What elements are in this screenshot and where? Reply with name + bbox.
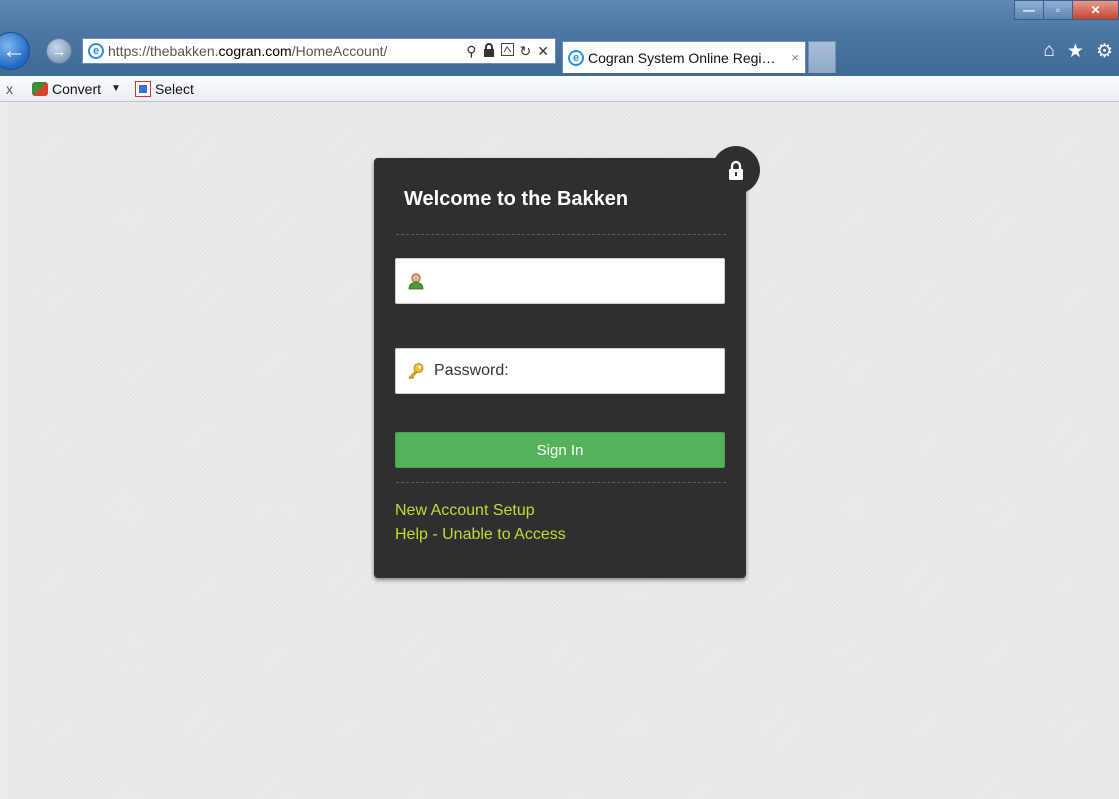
select-icon — [134, 80, 151, 97]
password-field[interactable] — [395, 348, 725, 394]
new-account-setup-link[interactable]: New Account Setup — [395, 502, 535, 520]
forward-button[interactable]: → — [46, 38, 72, 64]
search-icon[interactable]: ⚲ — [466, 43, 476, 60]
command-bar-close-icon[interactable]: x — [0, 81, 18, 97]
compat-view-icon[interactable] — [500, 42, 514, 60]
tab-title: Cogran System Online Regi… — [588, 49, 776, 66]
browser-titlebar: ← → e https://thebakken. cogran.com /Hom… — [0, 0, 1119, 76]
address-bar[interactable]: e https://thebakken. cogran.com /HomeAcc… — [82, 38, 556, 64]
convert-label: Convert — [52, 80, 102, 97]
page-title: Welcome to the Bakken — [404, 188, 629, 210]
url-domain: cogran.com — [218, 43, 292, 59]
browser-right-icons: ⌂ ★ ⚙ — [1043, 40, 1113, 63]
minimize-button[interactable]: — — [1014, 0, 1044, 20]
window-controls: — ▫ ✕ — [1014, 0, 1119, 20]
password-input[interactable] — [426, 349, 724, 393]
button-divider — [396, 482, 726, 483]
close-window-button[interactable]: ✕ — [1072, 0, 1119, 20]
lock-badge — [712, 146, 760, 194]
tab-close-icon[interactable]: × — [791, 50, 799, 65]
tab-ie-icon: e — [568, 49, 584, 66]
user-icon — [408, 273, 424, 290]
browser-tab[interactable]: e Cogran System Online Regi… × — [562, 41, 806, 73]
stop-icon[interactable]: ✕ — [537, 43, 549, 60]
sign-in-button[interactable]: Sign In — [395, 432, 725, 468]
convert-dropdown-icon[interactable]: ▼ — [111, 83, 121, 94]
login-panel: Welcome to the Bakken Sign In New Accoun… — [374, 146, 760, 578]
url-path: /HomeAccount/ — [291, 43, 388, 59]
select-button[interactable]: Select — [134, 80, 194, 97]
new-tab-button[interactable] — [808, 41, 836, 73]
convert-icon — [32, 81, 48, 96]
url-prefix: https://thebakken. — [108, 43, 219, 59]
key-icon — [408, 363, 424, 380]
back-arrow-icon: ← — [2, 37, 26, 64]
address-tools: ⚲ ↻ ✕ — [466, 42, 555, 60]
select-label: Select — [154, 80, 194, 97]
username-field[interactable] — [395, 258, 725, 304]
forward-arrow-icon: → — [51, 42, 67, 60]
lock-icon[interactable] — [483, 42, 495, 60]
back-button[interactable]: ← — [0, 32, 30, 70]
refresh-icon[interactable]: ↻ — [520, 43, 532, 60]
help-unable-to-access-link[interactable]: Help - Unable to Access — [395, 526, 566, 544]
maximize-button[interactable]: ▫ — [1043, 0, 1073, 20]
page-body: Welcome to the Bakken Sign In New Accoun… — [8, 102, 1119, 799]
command-bar: x Convert ▼ Select — [0, 76, 1119, 102]
home-icon[interactable]: ⌂ — [1043, 40, 1054, 63]
favorites-star-icon[interactable]: ★ — [1067, 40, 1084, 63]
padlock-icon — [729, 160, 743, 180]
convert-button[interactable]: Convert ▼ — [32, 81, 121, 97]
username-input[interactable] — [426, 259, 724, 303]
ie-page-icon: e — [88, 43, 104, 59]
tools-gear-icon[interactable]: ⚙ — [1096, 40, 1113, 63]
title-divider — [396, 234, 726, 235]
